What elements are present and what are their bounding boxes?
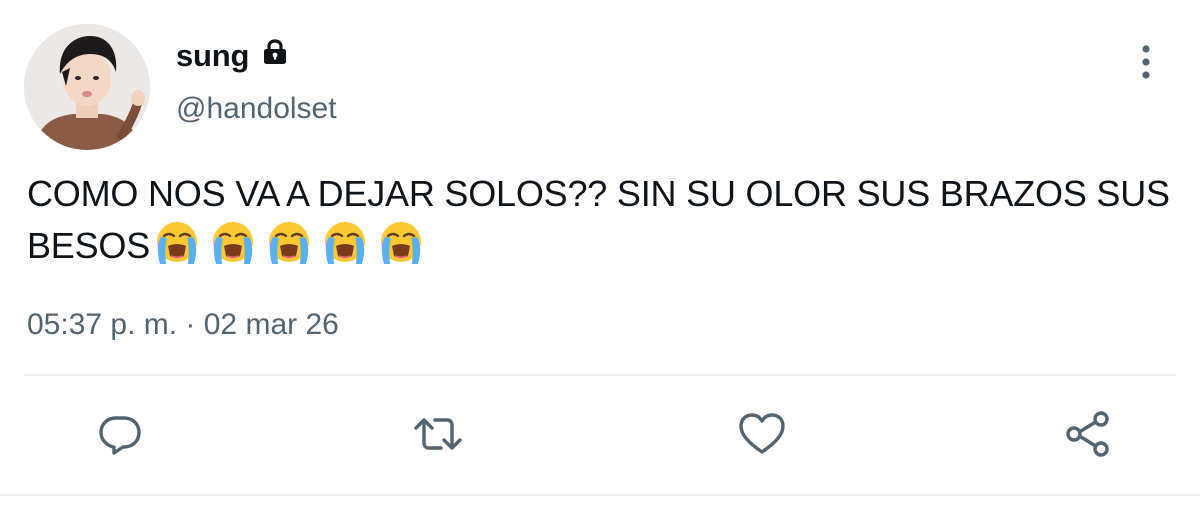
divider [24, 374, 1176, 376]
bottom-divider [0, 494, 1200, 496]
reply-button[interactable] [94, 408, 146, 460]
retweet-button[interactable] [412, 408, 464, 460]
reply-icon [99, 416, 141, 455]
heart-icon [739, 413, 785, 454]
emoji-row [152, 220, 426, 266]
tweet-text: COMO NOS VA A DEJAR SOLOS?? SIN SU OLOR … [27, 168, 1177, 272]
share-button[interactable] [1062, 408, 1114, 460]
display-name-text: sung [176, 38, 250, 73]
avatar[interactable] [24, 24, 150, 150]
crying-face-emoji [376, 220, 426, 266]
tweet-card: sung @handolset COMO NOS VA A DEJAR SOLO… [0, 0, 1200, 510]
crying-face-emoji [320, 220, 370, 266]
share-icon [1066, 411, 1109, 457]
user-handle[interactable]: @handolset [176, 92, 337, 126]
more-options-button[interactable] [1128, 40, 1164, 84]
more-vertical-icon [1142, 45, 1150, 79]
lock-icon [261, 38, 289, 66]
like-button[interactable] [736, 408, 788, 460]
retweet-icon [414, 418, 462, 450]
crying-face-emoji [208, 220, 258, 266]
tweet-timestamp[interactable]: 05:37 p. m. · 02 mar 26 [27, 308, 339, 342]
crying-face-emoji [264, 220, 314, 266]
display-name[interactable]: sung [176, 38, 289, 74]
crying-face-emoji [152, 220, 202, 266]
